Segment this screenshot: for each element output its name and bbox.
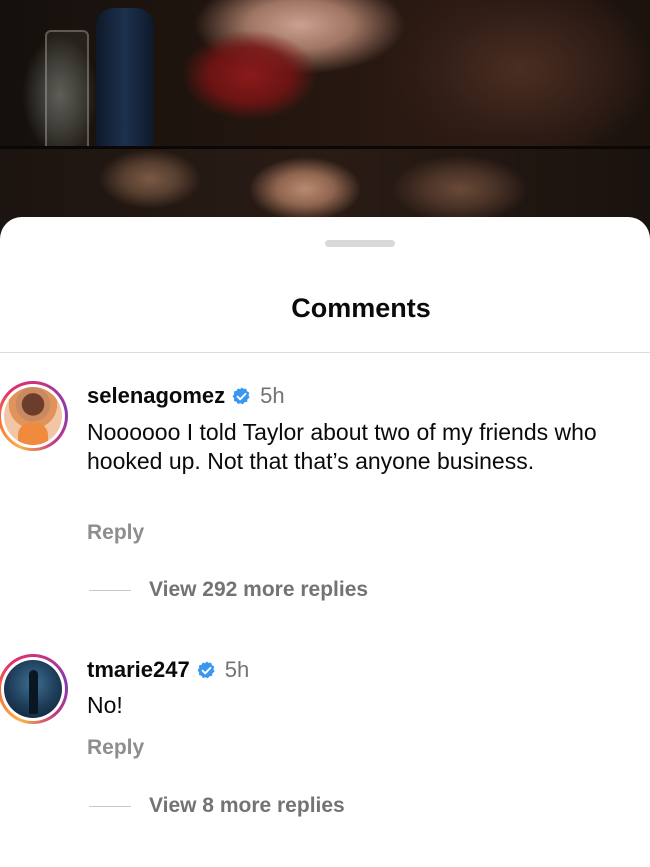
- comment-username[interactable]: tmarie247: [87, 657, 190, 683]
- comment-header: tmarie247 5h: [87, 657, 249, 683]
- view-replies-label: View 292 more replies: [149, 578, 369, 601]
- verified-badge-icon: [232, 386, 250, 404]
- bottle-shape: [96, 8, 154, 148]
- header-divider: [0, 352, 650, 353]
- comment-text: Noooooo I told Taylor about two of my fr…: [87, 419, 597, 474]
- champagne-glass-shape: [45, 30, 89, 152]
- comment-header: selenagomez 5h: [87, 383, 285, 409]
- avatar-image: [4, 387, 62, 445]
- verified-badge-icon: [197, 660, 215, 678]
- reply-button[interactable]: Reply: [87, 736, 144, 760]
- view-replies-label: View 8 more replies: [149, 794, 345, 817]
- post-photo: [0, 0, 650, 240]
- view-replies-line: [89, 805, 131, 807]
- view-replies-button[interactable]: View 8 more replies: [89, 794, 345, 818]
- comment-timestamp: 5h: [260, 383, 285, 408]
- view-replies-button[interactable]: View 292 more replies: [89, 578, 368, 602]
- comments-sheet: Comments selenagomez 5h Noooooo I told T…: [0, 217, 650, 867]
- comment-username[interactable]: selenagomez: [87, 383, 225, 409]
- avatar[interactable]: [0, 654, 68, 724]
- reply-button[interactable]: Reply: [87, 521, 144, 545]
- view-replies-line: [89, 589, 131, 591]
- comment-timestamp: 5h: [224, 657, 250, 682]
- sheet-grabber-handle[interactable]: [325, 240, 395, 247]
- avatar[interactable]: [0, 381, 68, 451]
- avatar-image: [4, 660, 62, 718]
- comment-text: No!: [87, 692, 123, 718]
- sheet-title: Comments: [291, 293, 431, 323]
